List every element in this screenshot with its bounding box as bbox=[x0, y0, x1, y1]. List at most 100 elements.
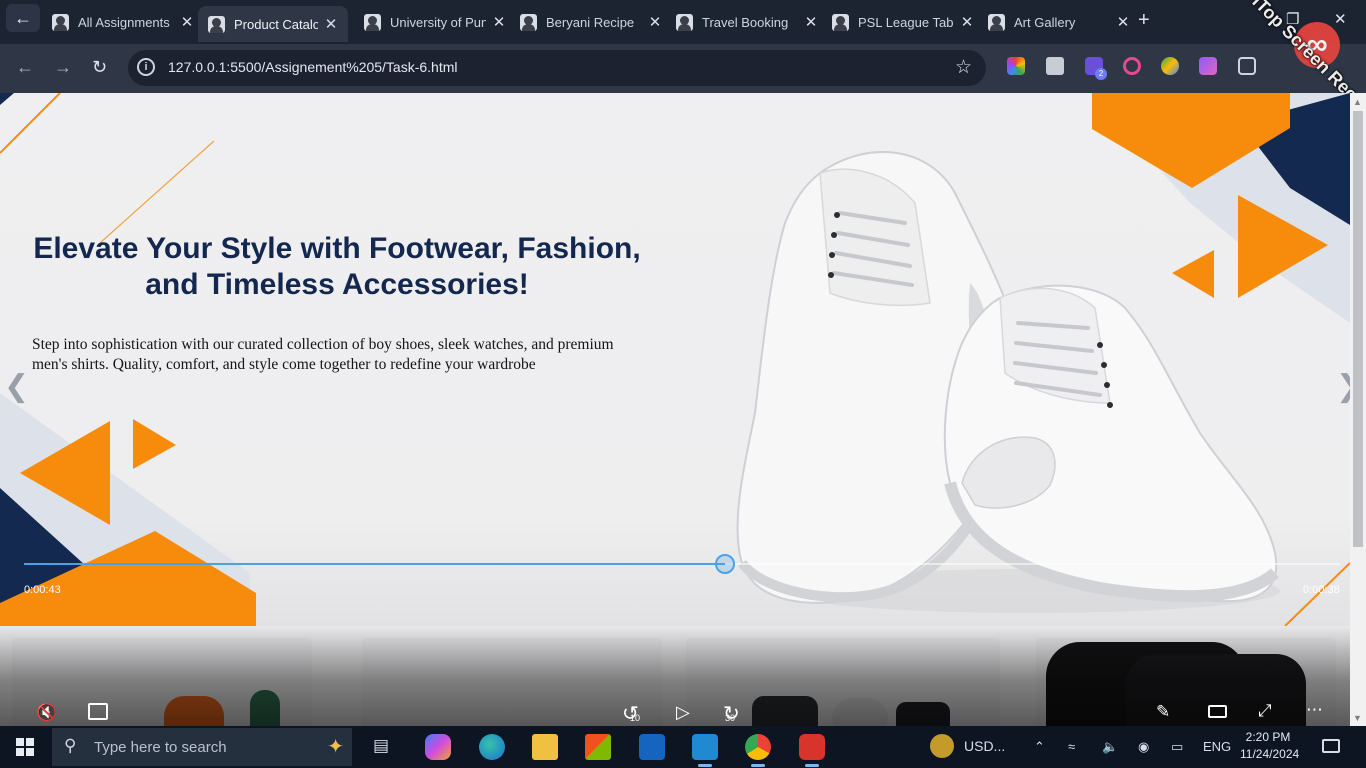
scroll-up-arrow-icon[interactable]: ▲ bbox=[1353, 97, 1362, 107]
wifi-icon[interactable]: ≈ bbox=[1068, 739, 1075, 754]
close-tab-icon[interactable]: ✕ bbox=[180, 13, 194, 31]
clock-time: 2:20 PM bbox=[1245, 730, 1291, 744]
vscode-icon[interactable] bbox=[692, 734, 718, 760]
instagram-extension-icon[interactable] bbox=[1123, 57, 1141, 75]
hero-title-line-2: and Timeless Accessories! bbox=[145, 268, 529, 301]
microphone-icon[interactable]: ◉ bbox=[1138, 739, 1149, 755]
chrome-running-indicator bbox=[751, 764, 765, 767]
close-window-icon[interactable]: ✕ bbox=[1334, 10, 1347, 28]
hero-description: Step into sophistication with our curate… bbox=[32, 336, 614, 373]
scroll-down-arrow-icon[interactable]: ▼ bbox=[1353, 713, 1362, 723]
page-viewport: Elevate Your Style with Footwear, Fashio… bbox=[0, 93, 1350, 726]
windows-start-icon[interactable] bbox=[16, 738, 34, 756]
tab-product-catalog[interactable]: Product Catalog ✕ bbox=[198, 6, 348, 42]
outlook-icon[interactable] bbox=[639, 734, 665, 760]
copilot-sparkle-icon[interactable]: ✦ bbox=[327, 734, 344, 759]
hero-title-line-1: Elevate Your Style with Footwear, Fashio… bbox=[33, 232, 641, 265]
tab-travel-booking[interactable]: Travel Booking ✕ bbox=[666, 6, 828, 38]
new-tab-plus-icon[interactable]: + bbox=[1138, 9, 1150, 32]
video-seek-bar[interactable] bbox=[24, 554, 1340, 574]
microsoft-store-icon[interactable] bbox=[585, 734, 611, 760]
tab-art-gallery[interactable]: Art Gallery ✕ bbox=[978, 6, 1140, 38]
close-tab-icon[interactable]: ✕ bbox=[492, 13, 506, 31]
tab-title: Art Gallery bbox=[1014, 14, 1076, 30]
site-info-icon[interactable]: i bbox=[137, 58, 155, 76]
favicon-icon bbox=[208, 15, 225, 33]
play-icon[interactable]: ▷ bbox=[676, 702, 690, 723]
volume-icon[interactable]: 🔈 bbox=[1102, 739, 1118, 755]
page-vertical-scrollbar[interactable]: ▲ ▼ bbox=[1350, 93, 1366, 726]
url-text[interactable]: 127.0.0.1:5500/Assignement%205/Task-6.ht… bbox=[168, 59, 458, 75]
currency-widget-text[interactable]: USD... bbox=[964, 738, 1005, 754]
favicon-icon bbox=[676, 13, 693, 31]
tab-title: PSL League Table bbox=[858, 14, 954, 30]
input-language[interactable]: ENG bbox=[1203, 739, 1231, 754]
carousel-next-arrow-icon[interactable]: ❯ bbox=[1336, 369, 1350, 404]
carousel-prev-arrow-icon[interactable]: ❮ bbox=[4, 369, 29, 404]
forward-arrow-icon[interactable]: → bbox=[54, 57, 72, 78]
search-icon: ⚲ bbox=[64, 736, 77, 755]
captions-icon[interactable] bbox=[88, 703, 108, 720]
video-seek-progress bbox=[24, 563, 726, 565]
show-hidden-icons-chevron-icon[interactable]: ⌃ bbox=[1034, 739, 1045, 755]
tab-university-of-punjab[interactable]: University of Punjab ✕ bbox=[354, 6, 516, 38]
video-remaining-time: 0:00:38 bbox=[1303, 584, 1340, 596]
browser-tab-strip: ← All Assignments ✕ Product Catalog ✕ Un… bbox=[0, 0, 1366, 44]
screen-recorder-app-icon[interactable] bbox=[799, 734, 825, 760]
close-tab-icon[interactable]: ✕ bbox=[324, 15, 338, 33]
hero-title: Elevate Your Style with Footwear, Fashio… bbox=[20, 231, 654, 303]
favicon-icon bbox=[364, 13, 381, 31]
back-arrow-icon[interactable]: ← bbox=[16, 57, 34, 78]
more-options-icon[interactable]: ⋯ bbox=[1306, 700, 1323, 720]
bookmark-star-icon[interactable]: ☆ bbox=[955, 56, 972, 79]
tab-title: Travel Booking bbox=[702, 14, 789, 30]
color-picker-extension-icon[interactable] bbox=[1007, 57, 1025, 75]
tab-all-assignments[interactable]: All Assignments ✕ bbox=[42, 6, 204, 38]
favicon-icon bbox=[52, 13, 69, 31]
windows-taskbar: ⚲ Type here to search ✦ ▤ USD... ⌃ ≈ 🔈 ◉… bbox=[0, 726, 1366, 768]
scrollbar-thumb[interactable] bbox=[1353, 111, 1363, 547]
edge-browser-icon[interactable] bbox=[479, 734, 505, 760]
taskbar-clock[interactable]: 2:20 PM 11/24/2024 bbox=[1240, 729, 1300, 763]
white-sneakers-image bbox=[736, 151, 1280, 613]
extensions-puzzle-icon[interactable] bbox=[1238, 57, 1256, 75]
exit-fullscreen-icon[interactable]: ⤢ bbox=[1258, 701, 1272, 721]
tab-search-back-button[interactable]: ← bbox=[6, 4, 40, 32]
close-tab-icon[interactable]: ✕ bbox=[1116, 13, 1130, 31]
favicon-icon bbox=[988, 13, 1005, 31]
pencil-icon[interactable]: ✎ bbox=[1156, 702, 1170, 722]
skip-back-icon[interactable]: ↺ 10 bbox=[622, 701, 641, 726]
chrome-icon[interactable] bbox=[745, 734, 771, 760]
reload-icon[interactable]: ↻ bbox=[92, 57, 107, 78]
miniplayer-icon[interactable] bbox=[1208, 705, 1227, 718]
copilot-app-icon[interactable] bbox=[425, 734, 451, 760]
browser-toolbar: ← → ↻ i 127.0.0.1:5500/Assignement%205/T… bbox=[0, 44, 1366, 93]
mute-icon[interactable]: 🔇 bbox=[36, 703, 57, 723]
file-explorer-icon[interactable] bbox=[532, 734, 558, 760]
skip-forward-label: 30 bbox=[725, 713, 736, 723]
tab-psl-league-table[interactable]: PSL League Table ✕ bbox=[822, 6, 984, 38]
ai-extension-icon[interactable] bbox=[1199, 57, 1217, 75]
video-elapsed-time: 0:00:43 bbox=[24, 584, 61, 596]
tab-title: All Assignments bbox=[78, 14, 170, 30]
notifications-icon[interactable] bbox=[1322, 739, 1340, 753]
search-placeholder: Type here to search bbox=[94, 739, 227, 756]
clock-date: 11/24/2024 bbox=[1240, 747, 1300, 761]
address-bar[interactable]: i 127.0.0.1:5500/Assignement%205/Task-6.… bbox=[128, 50, 986, 86]
currency-widget-icon[interactable] bbox=[930, 734, 954, 758]
extension-badge: 2 bbox=[1095, 68, 1107, 80]
taskbar-search-box[interactable]: ⚲ Type here to search ✦ bbox=[52, 728, 352, 766]
tab-beryani-recipe[interactable]: Beryani Recipe ✕ bbox=[510, 6, 672, 38]
close-tab-icon[interactable]: ✕ bbox=[960, 13, 974, 31]
close-tab-icon[interactable]: ✕ bbox=[648, 13, 662, 31]
skip-forward-icon[interactable]: ↻ 30 bbox=[723, 701, 740, 726]
skip-back-label: 10 bbox=[630, 713, 641, 723]
favicon-icon bbox=[832, 13, 849, 31]
google-extension-icon[interactable] bbox=[1161, 57, 1179, 75]
camera-extension-icon[interactable] bbox=[1046, 57, 1064, 75]
close-tab-icon[interactable]: ✕ bbox=[804, 13, 818, 31]
restore-window-icon[interactable]: ❐ bbox=[1286, 10, 1299, 28]
tab-title: Product Catalog bbox=[234, 16, 318, 32]
task-view-icon[interactable]: ▤ bbox=[373, 736, 389, 756]
battery-icon[interactable]: ▭ bbox=[1171, 739, 1183, 755]
